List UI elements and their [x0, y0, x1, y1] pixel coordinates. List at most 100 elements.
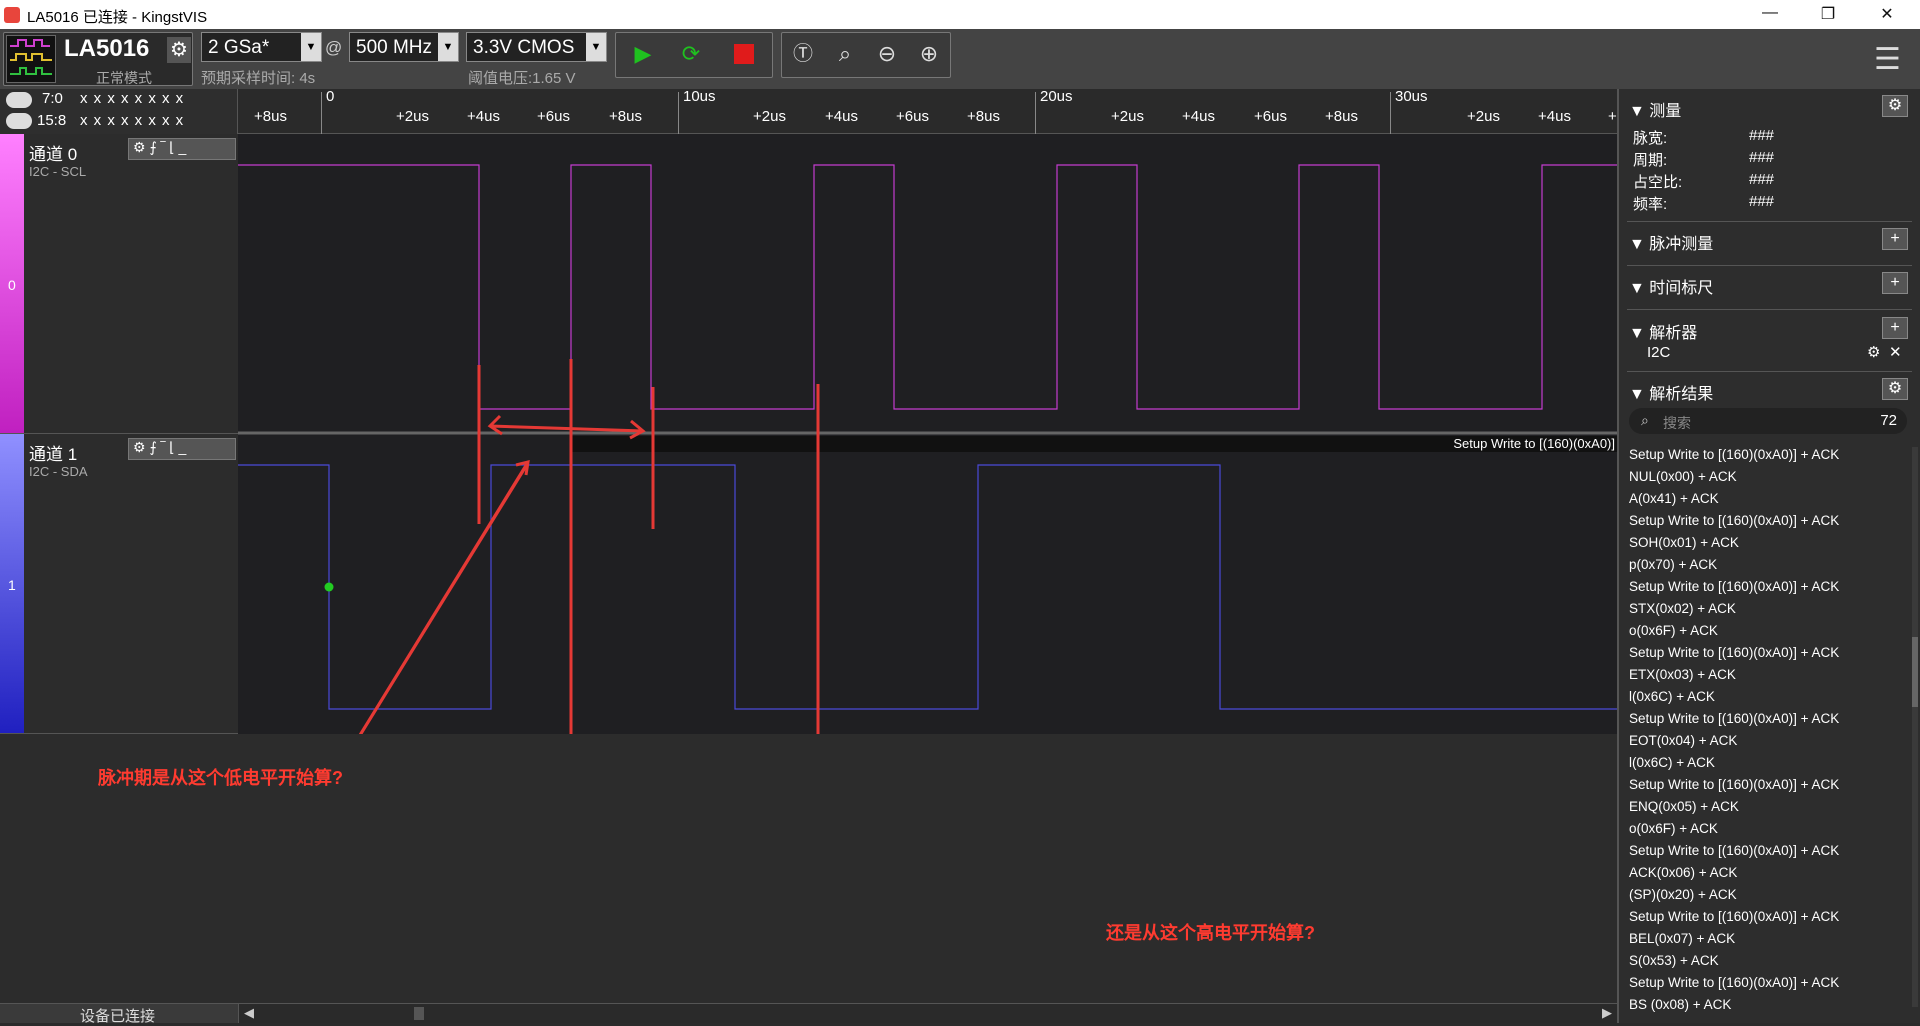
zoom-in-icon[interactable]: ⊕: [912, 37, 946, 71]
start-icon[interactable]: ▶: [626, 37, 660, 71]
ruler-tick-label: +2us: [1467, 108, 1500, 125]
channel-number: 0: [8, 277, 16, 293]
results-settings-icon[interactable]: ⚙: [1882, 378, 1908, 400]
add-time-marker-button[interactable]: +: [1882, 272, 1908, 294]
ruler-tick-label: +8us: [967, 108, 1000, 125]
ruler-tick-label: 0: [326, 88, 335, 105]
sda-waveform: [238, 464, 1617, 710]
stop-icon[interactable]: [727, 37, 761, 71]
scroll-thumb[interactable]: [414, 1007, 424, 1020]
result-row[interactable]: EOT(0x04) + ACK: [1629, 733, 1737, 748]
result-row[interactable]: S(0x53) + ACK: [1629, 953, 1719, 968]
analyzer-section-title[interactable]: ▼ 解析器: [1629, 319, 1697, 343]
result-row[interactable]: o(0x6F) + ACK: [1629, 623, 1718, 638]
result-row[interactable]: Setup Write to [(160)(0xA0)] + ACK: [1629, 909, 1839, 924]
channel-1-header[interactable]: 1 通道 1 I2C - SDA ⚙ ⨍ ‾ ⌊ _: [0, 434, 238, 734]
result-row[interactable]: ENQ(0x05) + ACK: [1629, 799, 1739, 814]
ruler-tick-label: +4us: [1538, 108, 1571, 125]
window-title: LA5016 已连接 - KingstVIS: [27, 9, 208, 26]
measure-label: 占空比:: [1633, 174, 1683, 191]
ruler-tick-label: +2us: [753, 108, 786, 125]
divider: [1627, 221, 1912, 222]
divider: [1627, 309, 1912, 310]
mode-label: 正常模式: [96, 70, 152, 86]
channel-trigger-tools[interactable]: ⚙ ⨍ ‾ ⌊ _: [128, 138, 236, 160]
result-row[interactable]: BEL(0x07) + ACK: [1629, 931, 1735, 946]
result-row[interactable]: Setup Write to [(160)(0xA0)] + ACK: [1629, 645, 1839, 660]
result-row[interactable]: A(0x41) + ACK: [1629, 491, 1719, 506]
measure-settings-icon[interactable]: ⚙: [1882, 95, 1908, 117]
chevron-down-icon: ▼: [301, 33, 321, 61]
ruler-tick-label: +8us: [609, 108, 642, 125]
search-input[interactable]: ⌕ 搜索 72: [1629, 408, 1907, 434]
minimize-button[interactable]: —: [1755, 4, 1785, 22]
text-tool-icon[interactable]: Ⓣ: [786, 37, 820, 71]
result-row[interactable]: Setup Write to [(160)(0xA0)] + ACK: [1629, 975, 1839, 990]
result-row[interactable]: Setup Write to [(160)(0xA0)] + ACK: [1629, 843, 1839, 858]
result-row[interactable]: STX(0x02) + ACK: [1629, 601, 1736, 616]
close-button[interactable]: ✕: [1872, 4, 1902, 24]
result-row[interactable]: l(0x6C) + ACK: [1629, 689, 1715, 704]
horizontal-scrollbar[interactable]: ◀ ▶: [238, 1004, 1617, 1023]
group-toggle[interactable]: [6, 92, 32, 108]
time-ruler[interactable]: 7:0 x x x x x x x x 15:8 x x x x x x x x…: [0, 88, 1617, 134]
measure-value: ###: [1749, 127, 1775, 144]
maximize-button[interactable]: ❐: [1813, 4, 1843, 24]
group-value: x x x x x x x x: [80, 112, 185, 129]
pulse-section-title[interactable]: ▼ 脉冲测量: [1629, 230, 1713, 254]
scroll-right-icon[interactable]: ▶: [1602, 1005, 1612, 1021]
status-bar: 设备已连接 ◀ ▶: [0, 1003, 1617, 1025]
title-bar: LA5016 已连接 - KingstVIS — ❐ ✕: [0, 0, 1920, 29]
ruler-tick-label: +: [1608, 108, 1617, 125]
result-row[interactable]: (SP)(0x20) + ACK: [1629, 887, 1737, 902]
chevron-down-icon: ▼: [438, 33, 458, 61]
ruler-tick-label: +4us: [825, 108, 858, 125]
channel-0-header[interactable]: 0 通道 0 I2C - SCL ⚙ ⨍ ‾ ⌊ _: [0, 134, 238, 434]
result-row[interactable]: ACK(0x06) + ACK: [1629, 865, 1737, 880]
result-row[interactable]: ETX(0x03) + ACK: [1629, 667, 1736, 682]
voltage-select[interactable]: 3.3V CMOS ▼: [466, 32, 607, 62]
group-label: 7:0: [42, 90, 63, 107]
add-analyzer-button[interactable]: +: [1882, 317, 1908, 339]
ruler-major-tick: [1390, 92, 1391, 134]
channel-protocol: I2C - SDA: [29, 464, 88, 479]
result-row[interactable]: l(0x6C) + ACK: [1629, 755, 1715, 770]
result-row[interactable]: o(0x6F) + ACK: [1629, 821, 1718, 836]
threshold-label: 阈值电压:1.65 V: [468, 70, 576, 87]
ruler-tick-label: +6us: [537, 108, 570, 125]
add-pulse-button[interactable]: +: [1882, 228, 1908, 250]
result-row[interactable]: Setup Write to [(160)(0xA0)] + ACK: [1629, 447, 1839, 462]
time-section-title[interactable]: ▼ 时间标尺: [1629, 274, 1713, 298]
sample-rate-select[interactable]: 2 GSa* ▼: [201, 32, 322, 62]
ruler-tick-label: +8us: [254, 108, 287, 125]
divider: [1627, 265, 1912, 266]
device-icon[interactable]: [6, 35, 56, 83]
ruler-major-tick: [1035, 92, 1036, 134]
frequency-select[interactable]: 500 MHz ▼: [349, 32, 459, 62]
analyzer-item[interactable]: I2C: [1647, 344, 1670, 361]
channel-trigger-tools[interactable]: ⚙ ⨍ ‾ ⌊ _: [128, 438, 236, 460]
group-toggle[interactable]: [6, 113, 32, 129]
measure-section-title[interactable]: ▼ 测量: [1629, 97, 1681, 121]
scroll-left-icon[interactable]: ◀: [244, 1005, 254, 1021]
results-scroll-thumb[interactable]: [1912, 637, 1918, 707]
result-row[interactable]: SOH(0x01) + ACK: [1629, 535, 1739, 550]
waveform-area[interactable]: Setup Write to [(160)(0xA0)]: [238, 134, 1617, 927]
result-row[interactable]: Setup Write to [(160)(0xA0)] + ACK: [1629, 711, 1839, 726]
analyzer-settings-icon[interactable]: ⚙: [1867, 343, 1880, 361]
result-row[interactable]: p(0x70) + ACK: [1629, 557, 1717, 572]
result-row[interactable]: Setup Write to [(160)(0xA0)] + ACK: [1629, 579, 1839, 594]
result-row[interactable]: Setup Write to [(160)(0xA0)] + ACK: [1629, 777, 1839, 792]
device-settings-icon[interactable]: ⚙: [167, 37, 191, 63]
annotation-left: 脉冲期是从这个低电平开始算?: [98, 768, 343, 788]
result-row[interactable]: Setup Write to [(160)(0xA0)] + ACK: [1629, 513, 1839, 528]
loop-start-icon[interactable]: ⟳: [674, 37, 708, 71]
results-section-title[interactable]: ▼ 解析结果: [1629, 380, 1713, 404]
zoom-out-icon[interactable]: ⊖: [870, 37, 904, 71]
analyzer-remove-icon[interactable]: ✕: [1889, 343, 1902, 361]
menu-icon[interactable]: ☰: [1874, 42, 1901, 77]
results-scrollbar[interactable]: [1912, 447, 1918, 1007]
result-row[interactable]: NUL(0x00) + ACK: [1629, 469, 1737, 484]
zoom-fit-icon[interactable]: ⌕: [828, 37, 862, 71]
result-row[interactable]: BS (0x08) + ACK: [1629, 997, 1731, 1012]
